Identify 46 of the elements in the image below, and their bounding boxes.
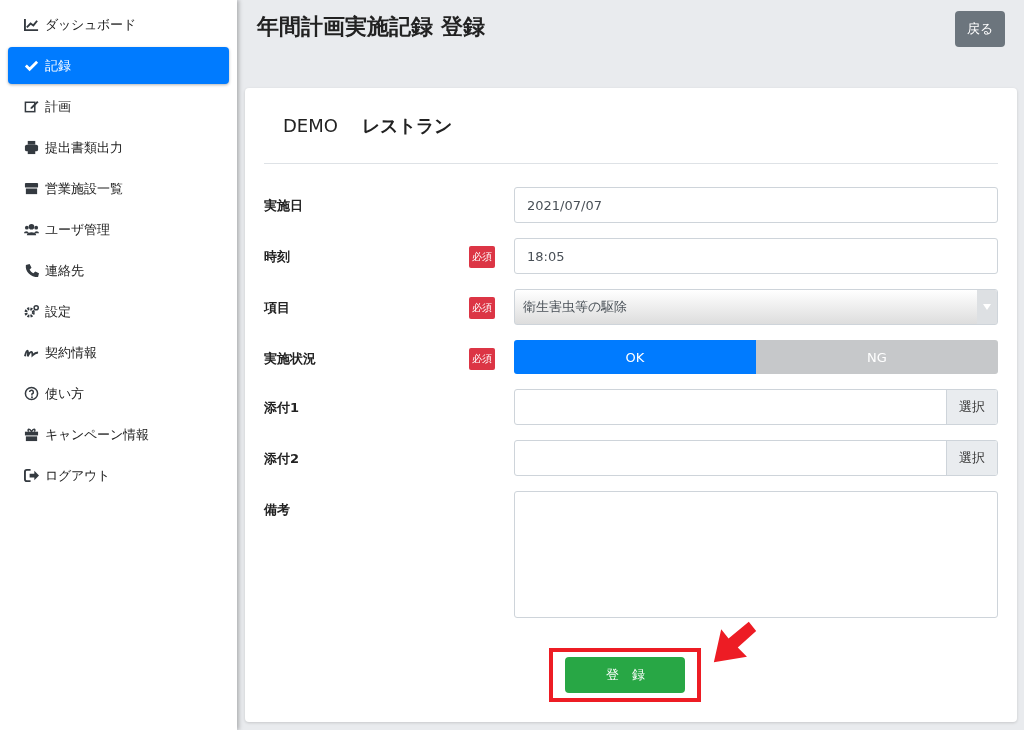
field-label: 項目 — [264, 299, 291, 317]
sidebar-item[interactable]: ユーザ管理 — [8, 211, 229, 248]
chart-icon — [24, 17, 39, 32]
text-field[interactable]: 18:05 — [514, 238, 998, 274]
field-label: 実施状況 — [264, 350, 317, 368]
notes-field[interactable] — [514, 491, 998, 618]
store-icon — [24, 181, 39, 196]
field-label: 添付2 — [264, 450, 301, 468]
logout-icon — [24, 468, 39, 483]
sidebar-item[interactable]: 記録 — [8, 47, 229, 84]
edit-icon — [24, 99, 39, 114]
field-label: 実施日 — [264, 197, 304, 215]
users-icon — [24, 222, 39, 237]
sidebar-item[interactable]: 使い方 — [8, 375, 229, 412]
store-name: レストラン — [361, 113, 452, 138]
sidebar-item[interactable]: 提出書類出力 — [8, 129, 229, 166]
sidebar-item[interactable]: 営業施設一覧 — [8, 170, 229, 207]
field-label: 添付1 — [264, 399, 301, 417]
file-field[interactable]: 選択 — [514, 389, 998, 425]
field-label: 備考 — [264, 501, 291, 519]
select-file-button[interactable]: 選択 — [946, 390, 997, 424]
toggle-option[interactable]: OK — [514, 340, 756, 374]
sidebar-item[interactable]: キャンペーン情報 — [8, 416, 229, 453]
sidebar-item[interactable]: ログアウト — [8, 457, 229, 494]
required-badge: 必須 — [469, 246, 495, 268]
select-field[interactable]: 衛生害虫等の駆除 — [514, 289, 998, 325]
select-file-button[interactable]: 選択 — [946, 441, 997, 475]
sidebar-item[interactable]: ダッシュボード — [8, 6, 229, 43]
field-label: 時刻 — [264, 248, 291, 266]
required-badge: 必須 — [469, 348, 495, 370]
sidebar-item[interactable]: 連絡先 — [8, 252, 229, 289]
text-field[interactable]: 2021/07/07 — [514, 187, 998, 223]
phone-icon — [24, 263, 39, 278]
question-icon — [24, 386, 39, 401]
required-badge: 必須 — [469, 297, 495, 319]
gift-icon — [24, 427, 39, 442]
check-icon — [24, 58, 39, 73]
printer-icon — [24, 140, 39, 155]
sidebar-item[interactable]: 計画 — [8, 88, 229, 125]
sidebar-item[interactable]: 契約情報 — [8, 334, 229, 371]
sidebar-item[interactable]: 設定 — [8, 293, 229, 330]
file-field[interactable]: 選択 — [514, 440, 998, 476]
company-name: DEMO — [283, 115, 338, 136]
caret-icon — [983, 304, 991, 310]
page-title: 年間計画実施記録 登録 — [257, 13, 485, 41]
back-button[interactable]: 戻る — [955, 11, 1005, 47]
